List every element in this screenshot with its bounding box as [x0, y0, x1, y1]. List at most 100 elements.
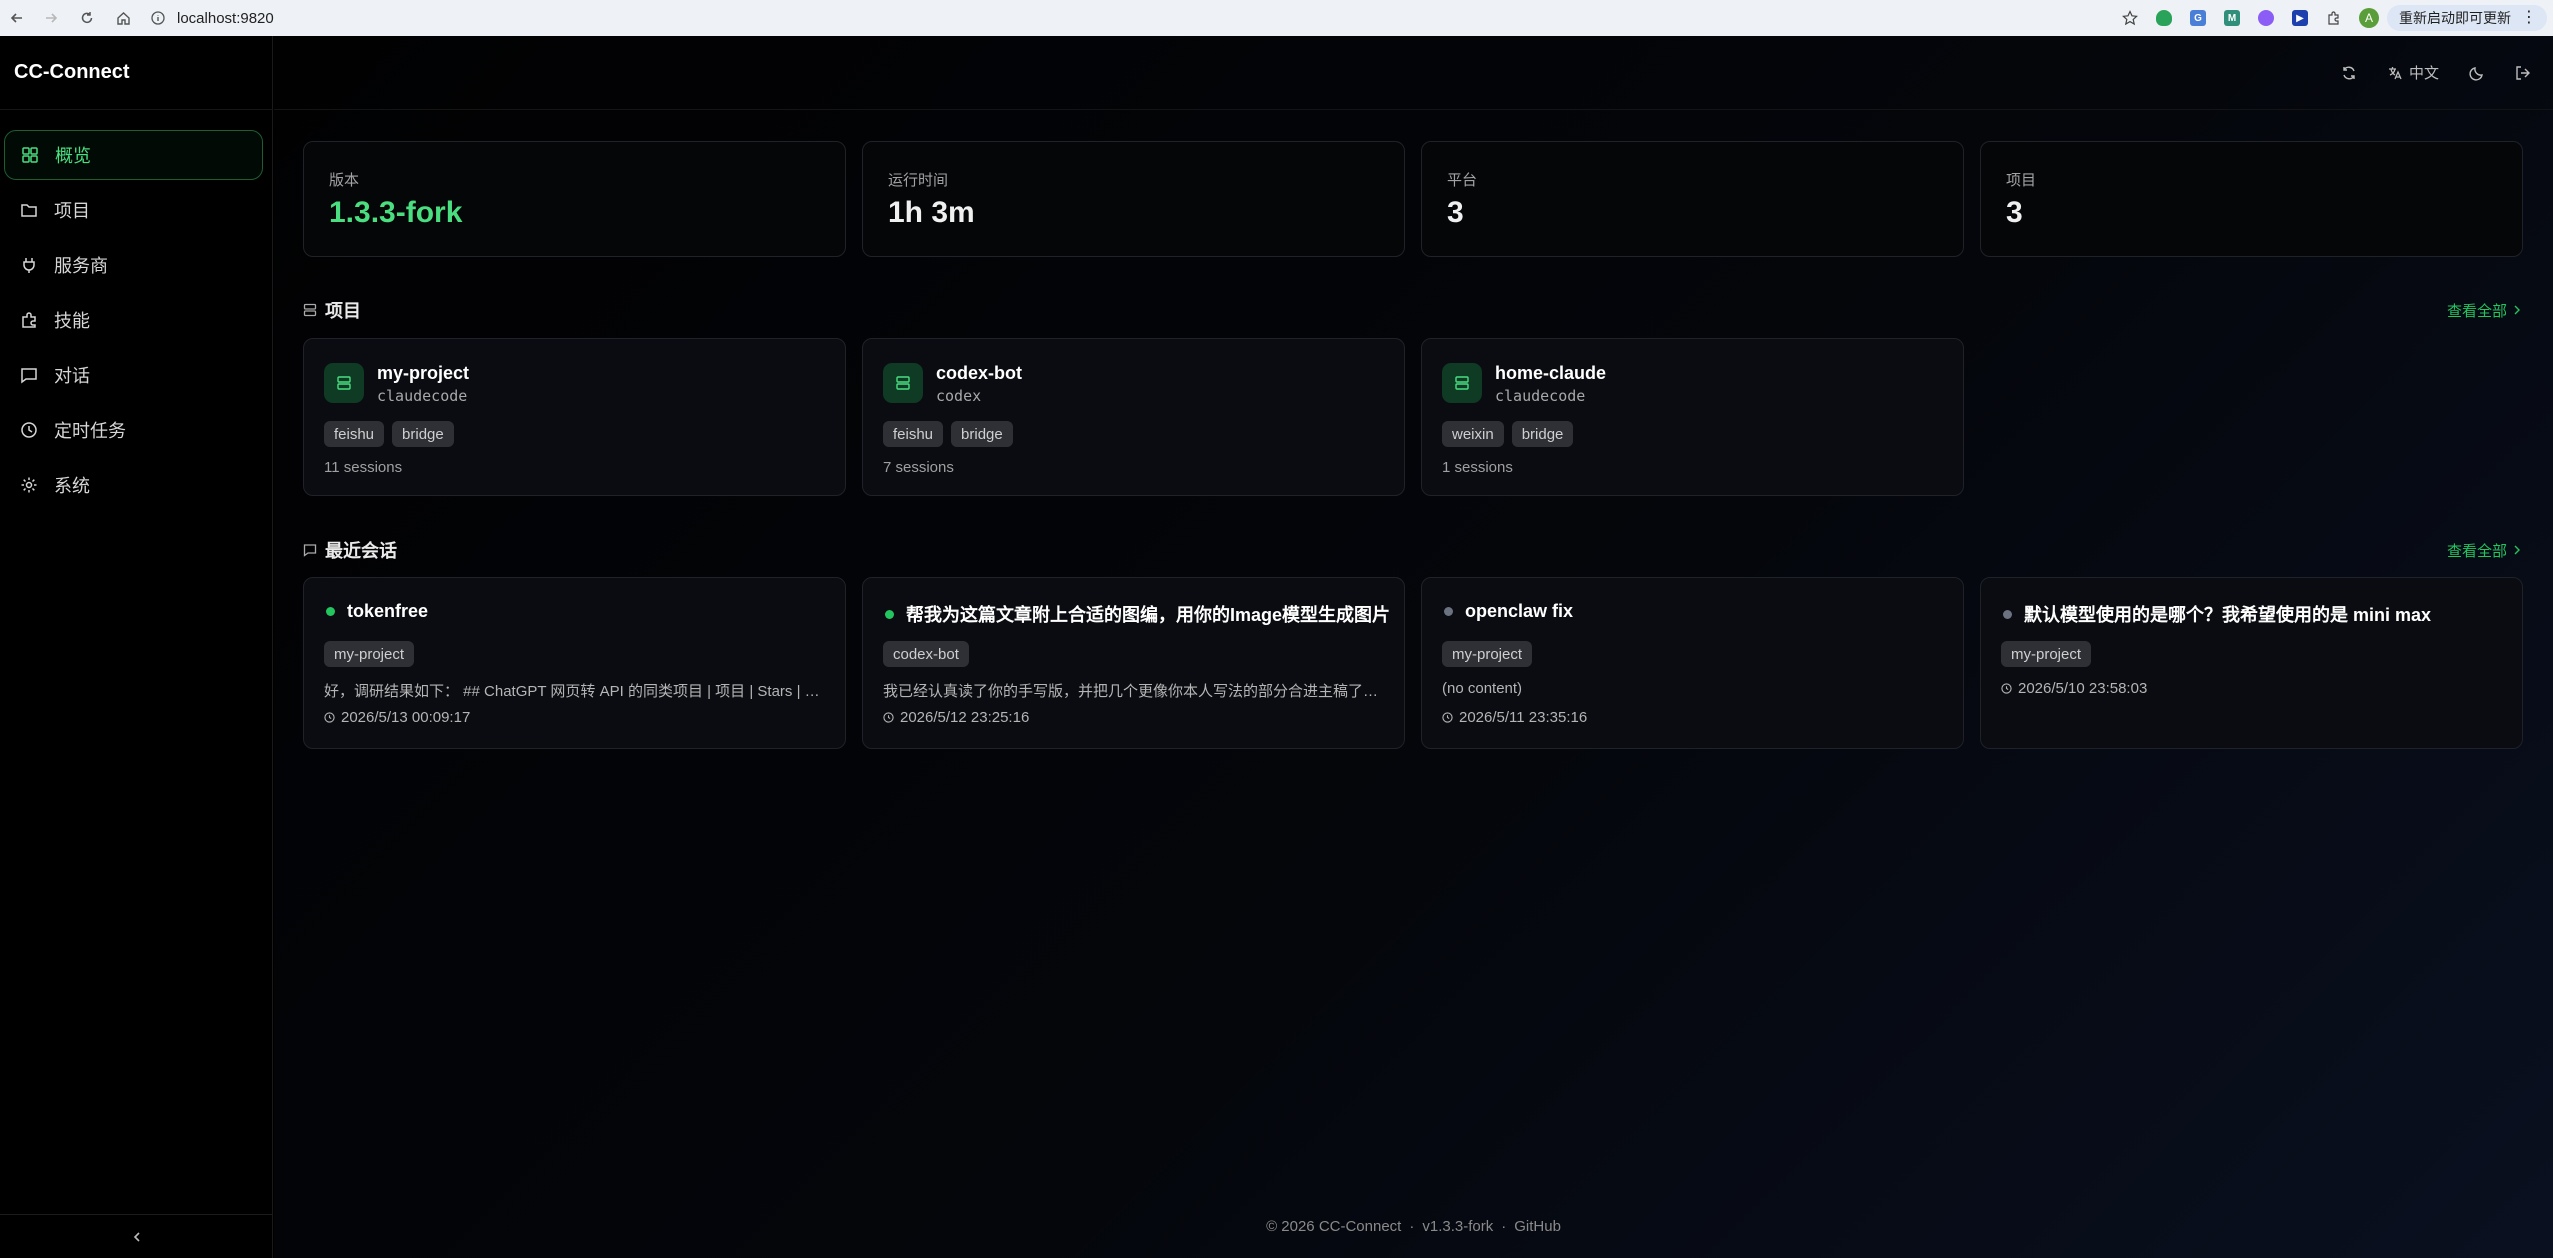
projects-view-all-link[interactable]: 查看全部	[2447, 300, 2521, 321]
session-title-row: tokenfree	[326, 601, 428, 622]
extension-shield[interactable]	[2147, 0, 2181, 36]
extension-purple[interactable]	[2249, 0, 2283, 36]
language-icon	[2388, 66, 2402, 79]
clock-icon	[324, 712, 335, 723]
site-info-icon[interactable]	[147, 7, 169, 29]
project-tag: codex-bot	[883, 641, 969, 667]
sidebar-item-scheduled-tasks[interactable]: 定时任务	[4, 405, 263, 455]
browser-toolbar: localhost:9820 G M ▶ A 重新启动即可更新 ⋮	[0, 0, 2553, 36]
view-all-label: 查看全部	[2446, 542, 2507, 560]
project-card[interactable]: my-project claudecode feishu bridge 11 s…	[303, 338, 846, 496]
session-title: 默认模型使用的是哪个？我希望使用的是 mini max	[2024, 605, 2432, 625]
collapse-sidebar-button[interactable]	[0, 1214, 273, 1258]
update-label: 重新启动即可更新	[2399, 10, 2511, 26]
stat-value: 1h 3m	[888, 196, 975, 229]
timestamp: 2026/5/12 23:25:16	[900, 709, 1030, 726]
sidebar-item-label: 项目	[54, 201, 90, 221]
session-title-row: 帮我为这篇文章附上合适的图编，用你的Image模型生成图片	[885, 601, 1390, 627]
moon-icon	[2469, 66, 2483, 81]
sidebar-item-overview[interactable]: 概览	[4, 130, 263, 180]
theme-toggle-button[interactable]	[2469, 65, 2485, 81]
sessions-view-all-link[interactable]: 查看全部	[2447, 540, 2521, 561]
sidebar-item-label: 定时任务	[54, 421, 126, 441]
sidebar-item-label: 对话	[54, 366, 90, 386]
session-card[interactable]: openclaw fix my-project (no content) 202…	[1421, 577, 1964, 749]
app-logo[interactable]: CC-Connect	[0, 36, 272, 110]
stat-card-projects: 项目 3	[1980, 141, 2523, 257]
forward-button[interactable]	[34, 0, 68, 36]
sidebar-item-system[interactable]: 系统	[4, 460, 263, 510]
section-title: 最近会话	[325, 541, 397, 561]
arrow-left-icon	[10, 13, 22, 23]
stat-value: 3	[1447, 196, 1464, 229]
stat-value: 3	[2006, 196, 2023, 229]
project-agent: claudecode	[377, 387, 468, 405]
platform-tag: feishu	[324, 421, 385, 447]
sidebar-item-skills[interactable]: 技能	[4, 295, 263, 345]
play-icon: ▶	[2292, 10, 2308, 26]
timestamp: 2026/5/10 23:58:03	[2018, 680, 2148, 697]
session-card[interactable]: 默认模型使用的是哪个？我希望使用的是 mini max my-project 2…	[1980, 577, 2523, 749]
flask-icon	[2258, 10, 2274, 26]
logout-button[interactable]	[2515, 65, 2531, 81]
stat-label: 运行时间	[888, 172, 949, 189]
topbar: 中文	[274, 36, 2553, 110]
sidebar-item-projects[interactable]: 项目	[4, 185, 263, 235]
status-dot-idle	[2003, 609, 2012, 619]
session-title-row: 默认模型使用的是哪个？我希望使用的是 mini max	[2003, 601, 2431, 627]
session-title: tokenfree	[347, 601, 429, 621]
browser-update-button[interactable]: 重新启动即可更新 ⋮	[2387, 5, 2547, 31]
shield-icon	[2156, 10, 2172, 26]
session-title: openclaw fix	[1465, 601, 1574, 621]
project-name: home-claude	[1495, 363, 1607, 383]
session-card[interactable]: tokenfree my-project 好，调研结果如下： ## ChatGP…	[303, 577, 846, 749]
back-button[interactable]	[0, 0, 34, 36]
chevron-right-icon	[2514, 305, 2520, 315]
chat-icon	[303, 544, 317, 557]
session-card[interactable]: 帮我为这篇文章附上合适的图编，用你的Image模型生成图片 codex-bot …	[862, 577, 1405, 749]
sessions-section-header: 最近会话 查看全部	[303, 538, 2521, 562]
language-toggle[interactable]: 中文	[2387, 62, 2439, 83]
server-icon	[303, 303, 317, 317]
project-card[interactable]: home-claude claudecode weixin bridge 1 s…	[1421, 338, 1964, 496]
project-agent: claudecode	[1495, 387, 1586, 405]
stat-card-version: 版本 1.3.3-fork	[303, 141, 846, 257]
project-card[interactable]: codex-bot codex feishu bridge 7 sessions	[862, 338, 1405, 496]
timestamp: 2026/5/11 23:35:16	[1459, 709, 1588, 726]
platform-tag: weixin	[1442, 421, 1504, 447]
home-button[interactable]	[106, 0, 140, 36]
profile-avatar[interactable]: A	[2359, 8, 2379, 28]
extensions-button[interactable]	[2317, 0, 2351, 36]
footer-version: v1.3.3-fork	[1422, 1218, 1494, 1235]
project-avatar	[883, 363, 923, 403]
sidebar-item-conversations[interactable]: 对话	[4, 350, 263, 400]
clock-icon	[2001, 683, 2012, 694]
view-all-label: 查看全部	[2446, 302, 2507, 320]
refresh-button[interactable]	[2341, 65, 2357, 81]
plug-icon	[23, 258, 35, 273]
address-bar[interactable]: localhost:9820	[147, 5, 2147, 31]
footer-copyright: © 2026 CC-Connect	[1266, 1218, 1402, 1235]
project-avatar	[324, 363, 364, 403]
more-vert-icon: ⋮	[2521, 9, 2537, 26]
sidebar: CC-Connect 概览 项目 服务商 技能 对话 定时任务 系统	[0, 36, 273, 1258]
footer-github-link[interactable]: GitHub	[1514, 1218, 1561, 1235]
stat-value: 1.3.3-fork	[329, 196, 463, 229]
project-avatar	[1442, 363, 1482, 403]
reload-button[interactable]	[70, 0, 104, 36]
session-count: 11 sessions	[324, 459, 403, 476]
sidebar-item-providers[interactable]: 服务商	[4, 240, 263, 290]
arrow-right-icon	[46, 13, 58, 23]
stat-label: 项目	[2006, 172, 2037, 189]
extension-translate[interactable]: G	[2181, 0, 2215, 36]
sidebar-item-label: 概览	[55, 146, 91, 166]
bookmark-star-button[interactable]	[2113, 0, 2147, 36]
extension-m[interactable]: M	[2215, 0, 2249, 36]
session-time: 2026/5/12 23:25:16	[883, 709, 1029, 726]
gear-icon	[21, 477, 37, 493]
reload-icon	[81, 12, 93, 24]
extension-blue[interactable]: ▶	[2283, 0, 2317, 36]
m-icon: M	[2224, 10, 2240, 26]
project-agent: codex	[936, 387, 982, 405]
server-icon	[896, 376, 910, 390]
